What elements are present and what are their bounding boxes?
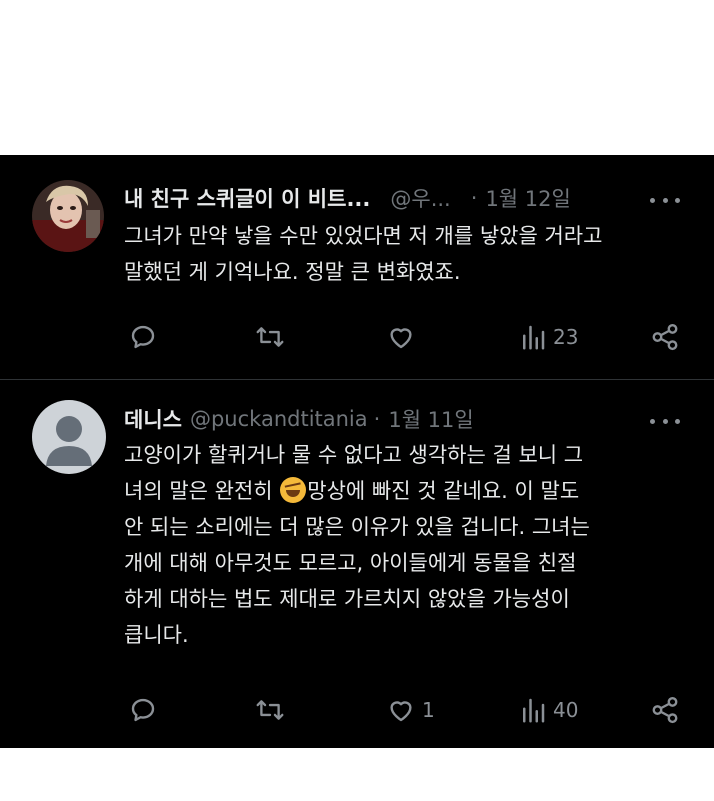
reply-icon [131,698,155,722]
retweet-icon [256,327,284,347]
views-chart-icon [523,325,545,350]
timeline-panel: 내 친구 스퀴글이 이 비트... @우... · 1월 12일 그녀가 만약 … [0,155,714,748]
avatar[interactable] [32,180,104,252]
tweet-line: 하게 대하는 법도 제대로 가르치지 않았을 가능성이 [124,587,570,611]
tweet-date[interactable]: 1월 12일 [485,183,570,213]
views-button[interactable]: 23 [519,320,578,354]
avatar-photo-icon [32,180,104,252]
tweet-text: 고양이가 할퀴거나 물 수 없다고 생각하는 걸 보니 그 녀의 말은 완전히 … [124,437,690,653]
reply-icon [131,325,155,349]
tweet-line: 그녀가 만약 낳을 수만 있었다면 저 개를 낳았을 거라고 [124,224,603,248]
tweet-actions: 23 [124,320,690,354]
tweet-actions: 1 40 [124,693,690,727]
tweet-text: 그녀가 만약 낳을 수만 있었다면 저 개를 낳았을 거라고 말했던 게 기억나… [124,218,690,290]
share-icon [652,323,678,351]
tweet-header: 데니스 @puckandtitania · 1월 11일 [124,404,474,434]
view-count: 23 [553,325,579,349]
more-options-icon[interactable] [650,195,680,205]
more-options-icon[interactable] [650,416,680,426]
share-button[interactable] [650,320,680,354]
separator: · [373,407,381,431]
share-icon [652,696,678,724]
author-handle[interactable]: @우... [390,183,450,213]
author-name[interactable]: 내 친구 스퀴글이 이 비트... [124,183,370,213]
author-handle[interactable]: @puckandtitania [190,407,368,431]
tweet-line: 말했던 게 기억나요. 정말 큰 변화였죠. [124,260,461,284]
default-avatar-icon [32,400,106,474]
tweet-line: 고양이가 할퀴거나 물 수 없다고 생각하는 걸 보니 그 [124,443,584,467]
author-name[interactable]: 데니스 [124,404,182,434]
like-button[interactable] [386,320,422,354]
tweet[interactable]: 내 친구 스퀴글이 이 비트... @우... · 1월 12일 그녀가 만약 … [0,155,714,379]
tweet-line: 큽니다. [124,623,189,647]
views-button[interactable]: 40 [519,693,578,727]
retweet-button[interactable] [254,320,286,354]
tweet-line-part: 망상에 빠진 것 같네요. 이 말도 [307,479,580,503]
heart-icon [390,328,412,349]
avatar[interactable] [32,400,106,474]
retweet-button[interactable] [254,693,286,727]
share-button[interactable] [650,693,680,727]
like-count: 1 [422,698,435,722]
tweet-line: 녀의 말은 완전히 망상에 빠진 것 같네요. 이 말도 [124,473,690,509]
tweet[interactable]: 데니스 @puckandtitania · 1월 11일 고양이가 할퀴거나 물… [0,380,714,748]
views-chart-icon [523,698,545,723]
reply-button[interactable] [128,320,158,354]
heart-icon [390,701,412,722]
tweet-header: 내 친구 스퀴글이 이 비트... @우... · 1월 12일 [124,183,571,213]
reply-button[interactable] [128,693,158,727]
tweet-date[interactable]: 1월 11일 [388,404,473,434]
tweet-line-part: 녀의 말은 완전히 [124,479,273,503]
rolling-laughing-emoji-icon [280,477,307,503]
like-button[interactable]: 1 [386,693,435,727]
tweet-line: 개에 대해 아무것도 모르고, 아이들에게 동물을 친절 [124,551,577,575]
retweet-icon [256,700,284,720]
view-count: 40 [553,698,579,722]
tweet-line: 안 되는 소리에는 더 많은 이유가 있을 겁니다. 그녀는 [124,515,590,539]
separator: · [470,186,478,210]
